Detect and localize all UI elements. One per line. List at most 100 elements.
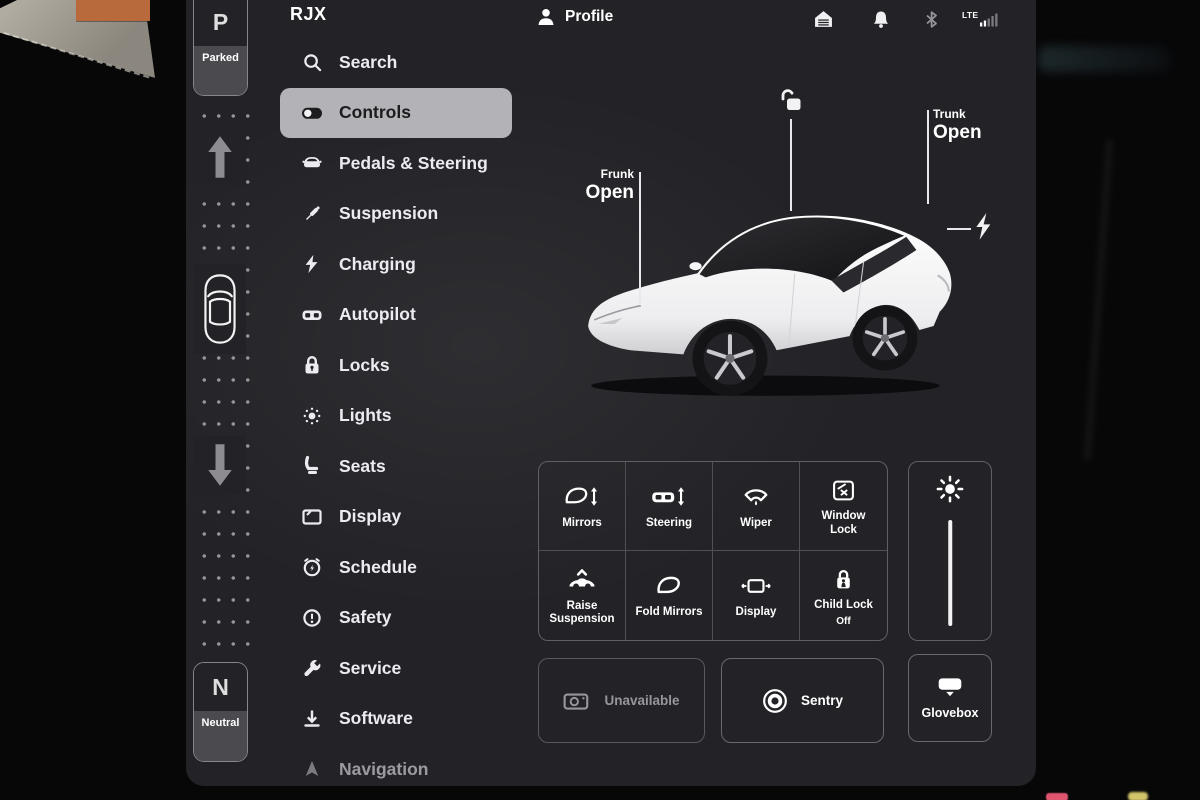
sidebar-item-display[interactable]: Display	[280, 492, 512, 543]
lte-label: LTE	[962, 10, 978, 20]
display-move-button[interactable]: Display	[713, 551, 800, 640]
frunk-label: Frunk	[566, 167, 634, 181]
sidebar-item-search[interactable]: Search	[280, 37, 512, 88]
sidebar-item-schedule[interactable]: Schedule	[280, 542, 512, 593]
gear-park-letter: P	[194, 0, 247, 46]
sidebar-item-label: Navigation	[339, 759, 428, 780]
sidebar-item-label: Suspension	[339, 203, 438, 224]
profile-label: Profile	[565, 8, 613, 26]
camera-icon	[563, 691, 591, 711]
sidebar-item-label: Lights	[339, 405, 392, 426]
gear-up-arrow[interactable]	[194, 128, 246, 186]
sidebar-item-safety[interactable]: Safety	[280, 593, 512, 644]
brightness-panel	[908, 461, 992, 641]
seat-icon	[301, 455, 323, 477]
frunk-button[interactable]: Frunk Open	[566, 167, 634, 204]
mirrors-button[interactable]: Mirrors	[539, 462, 626, 551]
quick-control-label: Display	[736, 606, 777, 619]
sidebar-item-label: Service	[339, 658, 401, 679]
download-icon	[301, 708, 323, 730]
sidebar-item-locks[interactable]: Locks	[280, 340, 512, 391]
homelink-icon	[814, 10, 833, 28]
alert-circle-icon	[301, 607, 323, 629]
steering-button[interactable]: Steering	[626, 462, 713, 551]
sentry-rings-icon	[762, 688, 788, 714]
gear-park-label: Parked	[194, 46, 247, 95]
sidebar-item-autopilot[interactable]: Autopilot	[280, 290, 512, 341]
glass-reflection	[1084, 140, 1113, 460]
child-lock-state: Off	[836, 616, 850, 627]
homelink-button[interactable]	[814, 10, 833, 33]
bluetooth-button[interactable]	[923, 10, 940, 34]
lock-callout-line	[790, 119, 792, 211]
sidebar-item-seats[interactable]: Seats	[280, 441, 512, 492]
red-reflection	[1046, 793, 1068, 800]
sidebar-item-suspension[interactable]: Suspension	[280, 189, 512, 240]
charge-port-lightning-icon	[975, 213, 991, 241]
raise-suspension-button[interactable]: Raise Suspension	[539, 551, 626, 640]
charge-port-button[interactable]	[975, 213, 991, 246]
sidebar-item-charging[interactable]: Charging	[280, 239, 512, 290]
sidebar-item-label: Autopilot	[339, 304, 416, 325]
wiper-button[interactable]: Wiper	[713, 462, 800, 551]
sidebar-item-label: Schedule	[339, 557, 417, 578]
sidebar-item-lights[interactable]: Lights	[280, 391, 512, 442]
shock-absorber-icon	[301, 203, 323, 225]
quick-control-label: Steering	[646, 517, 692, 530]
gear-neutral-button[interactable]: N Neutral	[193, 662, 248, 762]
child-lock-icon	[833, 566, 854, 592]
screen-icon	[301, 506, 323, 528]
page-title: RJX	[290, 4, 327, 25]
sidebar-item-service[interactable]: Service	[280, 643, 512, 694]
photo-of-tesla-screen: P Parked N Neutral	[0, 0, 1200, 800]
dashboard-trim	[72, 0, 150, 21]
gear-neutral-label: Neutral	[194, 711, 247, 761]
gear-park-button[interactable]: P Parked	[193, 0, 248, 96]
dashcam-button-label: Unavailable	[604, 693, 679, 708]
fold-mirrors-button[interactable]: Fold Mirrors	[626, 551, 713, 640]
sidebar-menu: Search Controls Pedals & Steering Suspen…	[280, 37, 512, 786]
sidebar-item-label: Software	[339, 708, 413, 729]
sidebar-item-software[interactable]: Software	[280, 694, 512, 745]
dashcam-button[interactable]: Unavailable	[538, 658, 705, 743]
frunk-status: Open	[566, 182, 634, 204]
sidebar-item-pedals-steering[interactable]: Pedals & Steering	[280, 138, 512, 189]
quick-control-label: Raise Suspension	[546, 600, 618, 626]
steering-yoke-icon	[301, 304, 323, 326]
window-lock-button[interactable]: Window Lock	[800, 462, 887, 551]
quick-control-label: Window Lock	[808, 510, 880, 536]
brightness-slider[interactable]	[948, 520, 952, 626]
lightning-icon	[301, 253, 323, 275]
display-move-icon	[740, 573, 772, 599]
child-lock-button[interactable]: Child Lock Off	[800, 551, 887, 640]
unlocked-padlock-icon	[776, 86, 804, 114]
steering-adjust-icon	[651, 484, 687, 510]
quick-control-label: Mirrors	[562, 517, 602, 530]
car-top-view-icon	[200, 270, 240, 348]
search-icon	[301, 51, 323, 73]
glovebox-icon	[936, 676, 964, 698]
lock-toggle-button[interactable]	[776, 86, 804, 119]
trunk-button[interactable]: Trunk Open	[933, 107, 1003, 144]
profile-button[interactable]: Profile	[536, 7, 613, 27]
raise-suspension-icon	[568, 567, 596, 593]
gear-neutral-letter: N	[194, 663, 247, 711]
sidebar-item-label: Display	[339, 506, 401, 527]
sidebar-item-label: Pedals & Steering	[339, 153, 488, 174]
touchscreen: P Parked N Neutral	[186, 0, 1036, 786]
gear-down-arrow[interactable]	[194, 436, 246, 494]
sidebar-item-controls[interactable]: Controls	[280, 88, 512, 139]
sentry-button[interactable]: Sentry	[721, 658, 884, 743]
glovebox-button-label: Glovebox	[922, 706, 979, 720]
frunk-callout-line	[639, 172, 641, 304]
notifications-button[interactable]	[872, 10, 890, 34]
up-arrow-icon	[206, 134, 234, 180]
glovebox-button[interactable]: Glovebox	[908, 654, 992, 742]
quick-controls-grid: Mirrors Steering Wiper Window Lock	[538, 461, 888, 641]
lte-signal-icon	[980, 12, 999, 27]
fold-mirrors-icon	[656, 573, 682, 599]
yellow-reflection	[1128, 792, 1148, 800]
nav-arrow-icon	[301, 758, 323, 780]
notifications-bell-icon	[872, 10, 890, 29]
sidebar-item-navigation[interactable]: Navigation	[280, 744, 512, 786]
